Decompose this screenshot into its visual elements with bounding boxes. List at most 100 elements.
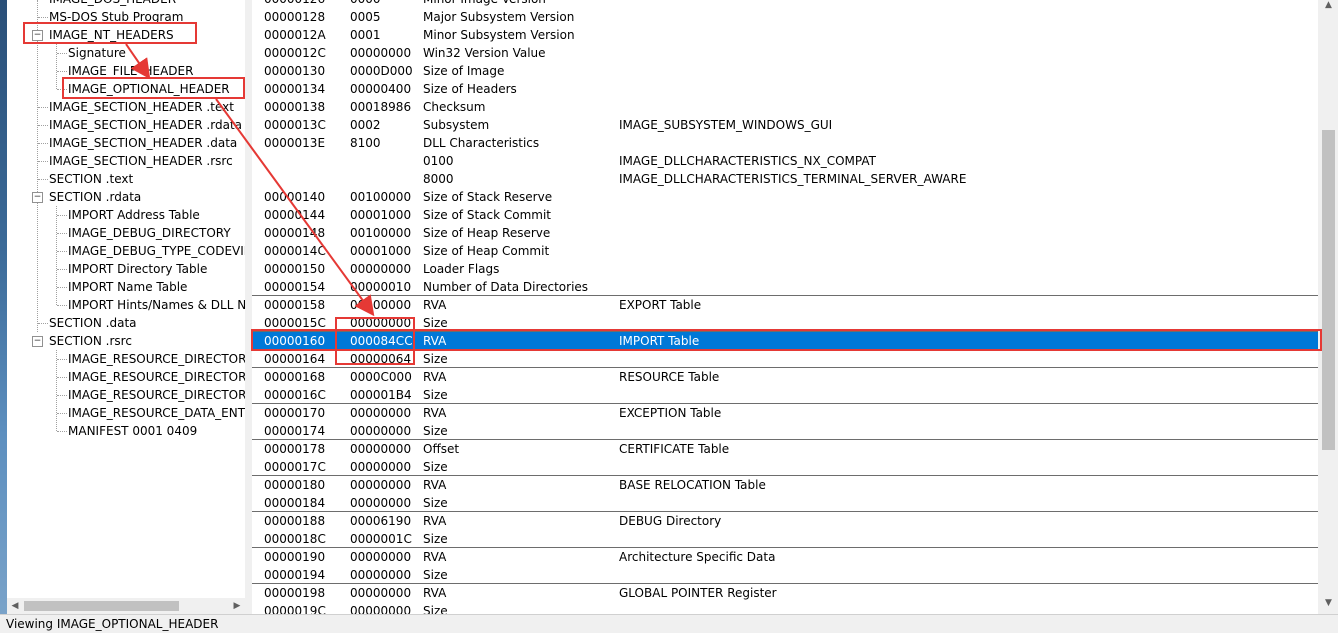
tree-line — [57, 53, 67, 54]
scroll-left-arrow-icon[interactable]: ◀ — [7, 598, 23, 614]
tree-item-section-header-rdata[interactable]: IMAGE_SECTION_HEADER .rdata — [49, 116, 242, 134]
table-row[interactable]: 00000174 00000000 Size — [252, 422, 1318, 440]
table-row[interactable]: 00000150 00000000 Loader Flags — [252, 260, 1318, 278]
tree-item-manifest[interactable]: MANIFEST 0001 0409 — [68, 422, 197, 440]
tree-line — [57, 71, 67, 72]
table-row[interactable]: 0000019C 00000000 Size — [252, 602, 1318, 614]
table-row[interactable]: 0000015C 00000000 Size — [252, 314, 1318, 332]
tree-item-debug-type-codeview[interactable]: IMAGE_DEBUG_TYPE_CODEVIEW — [68, 242, 245, 260]
cell-data: 00001000 — [350, 208, 412, 222]
table-row[interactable]: 00000188 00006190 RVA DEBUG Directory — [252, 512, 1318, 530]
details-grid[interactable]: 000001260000Minor Image Version000001280… — [252, 0, 1318, 614]
table-row[interactable]: 0000014C 00001000 Size of Heap Commit — [252, 242, 1318, 260]
cell-description: RVA — [423, 334, 447, 348]
cell-offset: 00000198 — [264, 586, 326, 600]
cell-data: 000001B4 — [350, 388, 412, 402]
scrollbar-thumb[interactable] — [24, 601, 179, 611]
cell-data: 00001000 — [350, 244, 412, 258]
tree-line — [38, 161, 48, 162]
cell-data: 0000001C — [350, 532, 412, 546]
cell-data: 0005 — [350, 10, 381, 24]
cell-data: 0000C000 — [350, 370, 412, 384]
tree-line — [57, 269, 67, 270]
table-row[interactable]: 00000158 00000000 RVA EXPORT Table — [252, 296, 1318, 314]
tree-item-section-data[interactable]: SECTION .data — [49, 314, 137, 332]
tree-view[interactable]: − − − IMAGE_DOS_HEADER MS-DOS Stub Progr… — [7, 0, 246, 598]
tree-line — [57, 395, 67, 396]
table-row[interactable]: 8000 IMAGE_DLLCHARACTERISTICS_TERMINAL_SE… — [252, 170, 1318, 188]
table-row[interactable]: 0000016C 000001B4 Size — [252, 386, 1318, 404]
tree-item-import-directory-table[interactable]: IMPORT Directory Table — [68, 260, 207, 278]
table-row[interactable]: 00000194 00000000 Size — [252, 566, 1318, 584]
table-row-selected[interactable]: 00000160 000084CC RVA IMPORT Table — [252, 332, 1318, 350]
table-row[interactable]: 0000017C 00000000 Size — [252, 458, 1318, 476]
tree-item-resource-directory[interactable]: IMAGE_RESOURCE_DIRECTORY — [68, 368, 245, 386]
collapse-toggle-icon[interactable]: − — [32, 336, 43, 347]
tree-item-section-header-data[interactable]: IMAGE_SECTION_HEADER .data — [49, 134, 237, 152]
table-row[interactable]: 00000134 00000400 Size of Headers — [252, 80, 1318, 98]
grid-vertical-scrollbar[interactable]: ▲ ▼ — [1319, 0, 1338, 614]
collapse-toggle-icon[interactable]: − — [32, 30, 43, 41]
table-row[interactable]: 00000130 0000D000 Size of Image — [252, 62, 1318, 80]
table-row[interactable]: 00000198 00000000 RVA GLOBAL POINTER Regist… — [252, 584, 1318, 602]
scroll-down-arrow-icon[interactable]: ▼ — [1319, 598, 1338, 614]
tree-item-dos-header[interactable]: IMAGE_DOS_HEADER — [49, 0, 176, 8]
table-row[interactable]: 00000184 00000000 Size — [252, 494, 1318, 512]
table-row[interactable]: 00000154 00000010 Number of Data Directori… — [252, 278, 1318, 296]
tree-item-optional-header[interactable]: IMAGE_OPTIONAL_HEADER — [68, 80, 230, 98]
tree-line — [56, 206, 57, 305]
cell-offset: 00000168 — [264, 370, 326, 384]
table-row[interactable]: 00000180 00000000 RVA BASE RELOCATION Table — [252, 476, 1318, 494]
table-row[interactable]: 0100 IMAGE_DLLCHARACTERISTICS_NX_COMPAT — [252, 152, 1318, 170]
table-row[interactable]: 0000013E 8100 DLL Characteristics — [252, 134, 1318, 152]
table-row[interactable]: 00000148 00100000 Size of Heap Reserve — [252, 224, 1318, 242]
collapse-toggle-icon[interactable]: − — [32, 192, 43, 203]
scrollbar-thumb[interactable] — [1322, 130, 1335, 450]
table-row[interactable]: 0000012A 0001 Minor Subsystem Version — [252, 26, 1318, 44]
tree-item-nt-headers[interactable]: IMAGE_NT_HEADERS — [49, 26, 174, 44]
tree-item-debug-directory[interactable]: IMAGE_DEBUG_DIRECTORY — [68, 224, 231, 242]
table-row[interactable]: 0000018C 0000001C Size — [252, 530, 1318, 548]
table-row[interactable]: 00000168 0000C000 RVA RESOURCE Table — [252, 368, 1318, 386]
table-row[interactable]: 00000140 00100000 Size of Stack Reserve — [252, 188, 1318, 206]
cell-description: RVA — [423, 586, 447, 600]
table-row[interactable]: 00000138 00018986 Checksum — [252, 98, 1318, 116]
cell-description: Size of Heap Reserve — [423, 226, 551, 240]
tree-horizontal-scrollbar[interactable]: ◀ ▶ — [7, 598, 245, 614]
tree-item-section-header-rsrc[interactable]: IMAGE_SECTION_HEADER .rsrc — [49, 152, 233, 170]
tree-item-section-text[interactable]: SECTION .text — [49, 170, 133, 188]
cell-description: Checksum — [423, 100, 486, 114]
cell-description: Size — [423, 604, 448, 614]
tree-item-resource-data-entry[interactable]: IMAGE_RESOURCE_DATA_ENTRY — [68, 404, 245, 422]
table-row[interactable]: 00000190 00000000 RVA Architecture Specific… — [252, 548, 1318, 566]
table-row[interactable]: 0000012C 00000000 Win32 Version Value — [252, 44, 1318, 62]
table-row[interactable]: 00000164 00000064 Size — [252, 350, 1318, 368]
cell-offset: 0000019C — [264, 604, 326, 614]
tree-item-dos-stub[interactable]: MS-DOS Stub Program — [49, 8, 183, 26]
cell-data: 00100000 — [350, 190, 412, 204]
table-row[interactable]: 00000126 0000 Minor Image Version — [252, 0, 1318, 8]
cell-description: Size of Heap Commit — [423, 244, 550, 258]
table-row[interactable]: 00000178 00000000 Offset CERTIFICATE Table — [252, 440, 1318, 458]
scroll-right-arrow-icon[interactable]: ▶ — [229, 598, 245, 614]
tree-item-section-rsrc[interactable]: SECTION .rsrc — [49, 332, 132, 350]
tree-item-section-header-text[interactable]: IMAGE_SECTION_HEADER .text — [49, 98, 234, 116]
tree-item-resource-directory[interactable]: IMAGE_RESOURCE_DIRECTORY — [68, 350, 245, 368]
table-row[interactable]: 00000170 00000000 RVA EXCEPTION Table — [252, 404, 1318, 422]
cell-offset: 00000130 — [264, 64, 326, 78]
table-row[interactable]: 00000128 0005 Major Subsystem Version — [252, 8, 1318, 26]
table-row[interactable]: 0000013C 0002 Subsystem IMAGE_SUBSYSTEM_WIN… — [252, 116, 1318, 134]
cell-offset: 00000180 — [264, 478, 326, 492]
tree-item-import-hints-names[interactable]: IMPORT Hints/Names & DLL Names — [68, 296, 245, 314]
tree-item-signature[interactable]: Signature — [68, 44, 126, 62]
scroll-up-arrow-icon[interactable]: ▲ — [1319, 0, 1338, 16]
tree-item-file-header[interactable]: IMAGE_FILE_HEADER — [68, 62, 193, 80]
tree-item-resource-directory[interactable]: IMAGE_RESOURCE_DIRECTORY — [68, 386, 245, 404]
table-row[interactable]: 00000144 00001000 Size of Stack Commit — [252, 206, 1318, 224]
cell-data: 00000000 — [350, 406, 412, 420]
tree-item-import-address-table[interactable]: IMPORT Address Table — [68, 206, 200, 224]
cell-offset: 00000154 — [264, 280, 326, 294]
row-group-separator — [252, 583, 1318, 584]
tree-item-section-rdata[interactable]: SECTION .rdata — [49, 188, 141, 206]
tree-item-import-name-table[interactable]: IMPORT Name Table — [68, 278, 187, 296]
